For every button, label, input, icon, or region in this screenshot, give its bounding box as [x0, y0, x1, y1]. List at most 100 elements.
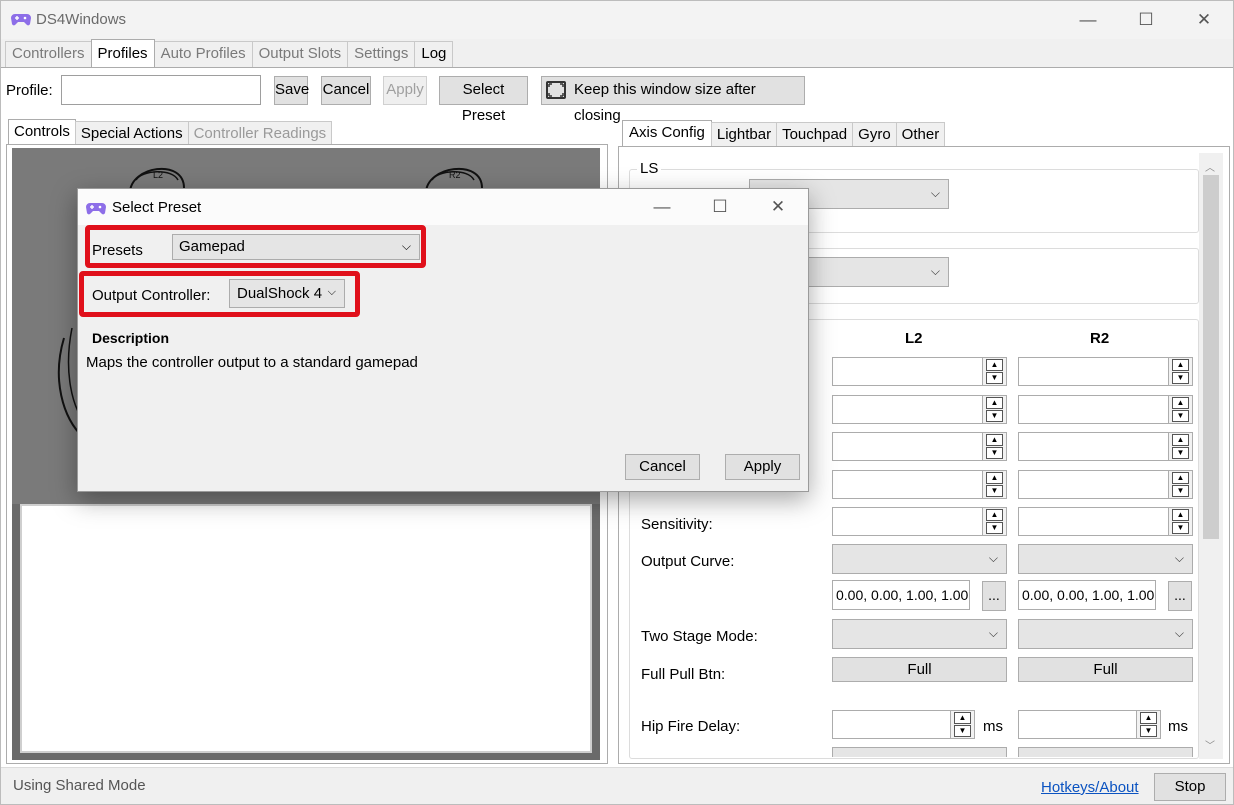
hip-fire-delay-label: Hip Fire Delay:	[641, 718, 741, 735]
spinner-arrows[interactable]: ▲ ▼	[1168, 471, 1192, 498]
minimize-button[interactable]: —	[1059, 1, 1117, 39]
status-bar: Using Shared Mode Hotkeys/About Stop	[1, 767, 1233, 804]
spinner-arrows[interactable]: ▲ ▼	[982, 396, 1006, 423]
tab-lightbar[interactable]: Lightbar	[710, 122, 778, 147]
two-stage-mode-label: Two Stage Mode:	[641, 628, 758, 645]
apply-button[interactable]: Apply	[383, 76, 427, 105]
r2-maxoutput-spinner[interactable]: ▲ ▼	[1018, 470, 1193, 499]
resize-icon	[546, 81, 566, 99]
close-button[interactable]: ✕	[1175, 1, 1233, 39]
tab-axis-config[interactable]: Axis Config	[622, 120, 712, 147]
r2-custom-curve-input[interactable]: 0.00, 0.00, 1.00, 1.00	[1018, 580, 1156, 610]
tab-controls[interactable]: Controls	[8, 119, 76, 146]
chevron-down-icon: ⌵	[930, 264, 940, 278]
tab-controller-readings[interactable]: Controller Readings	[187, 121, 333, 146]
l2-maxoutput-spinner[interactable]: ▲ ▼	[832, 470, 1007, 499]
tab-special-actions[interactable]: Special Actions	[74, 121, 189, 146]
tab-touchpad[interactable]: Touchpad	[776, 122, 854, 147]
tab-gyro[interactable]: Gyro	[852, 122, 897, 147]
tab-auto-profiles[interactable]: Auto Profiles	[153, 41, 253, 67]
vertical-scrollbar[interactable]: ︿ ﹀	[1199, 153, 1223, 759]
profile-label: Profile:	[6, 82, 53, 99]
save-button[interactable]: Save	[274, 76, 309, 105]
chevron-down-icon: ⌵	[1174, 626, 1184, 640]
title-bar: DS4Windows — ☐ ✕	[1, 1, 1233, 39]
r2-sensitivity-spinner[interactable]: ▲ ▼	[1018, 507, 1193, 536]
dialog-cancel-button[interactable]: Cancel	[625, 454, 700, 480]
mapping-list[interactable]	[20, 504, 592, 753]
hotkeys-about-link[interactable]: Hotkeys/About	[1041, 779, 1139, 796]
l2-output-curve-dropdown[interactable]: ⌵	[832, 544, 1007, 574]
l2-antideadzone-spinner[interactable]: ▲ ▼	[832, 395, 1007, 424]
l2-hip-fire-spinner[interactable]: ▲ ▼	[832, 710, 975, 739]
maximize-button[interactable]: ☐	[1117, 1, 1175, 39]
l2-next-control[interactable]	[832, 747, 1007, 757]
spinner-arrows[interactable]: ▲ ▼	[982, 471, 1006, 498]
main-tabs: Controllers Profiles Auto Profiles Outpu…	[5, 39, 454, 68]
chevron-down-icon: ⌵	[1174, 551, 1184, 565]
dialog-title-bar: Select Preset — ☐ ✕	[78, 189, 808, 225]
r2-two-stage-dropdown[interactable]: ⌵	[1018, 619, 1193, 649]
chevron-down-icon: ⌵	[988, 626, 998, 640]
tab-profiles[interactable]: Profiles	[90, 39, 155, 67]
gamepad-icon	[11, 14, 31, 26]
ls-group-label: LS	[637, 160, 662, 177]
right-panel-tabs: Axis Config Lightbar Touchpad Gyro Other	[622, 120, 946, 148]
spinner-arrows[interactable]: ▲ ▼	[950, 711, 974, 738]
stop-button[interactable]: Stop	[1154, 773, 1226, 801]
r2-output-curve-dropdown[interactable]: ⌵	[1018, 544, 1193, 574]
scroll-down-icon[interactable]: ﹀	[1205, 737, 1215, 752]
cancel-button[interactable]: Cancel	[321, 76, 371, 105]
select-preset-button[interactable]: Select Preset	[439, 76, 528, 124]
presets-highlight-box	[85, 225, 426, 268]
spinner-arrows[interactable]: ▲ ▼	[982, 508, 1006, 535]
l2-full-pull-button[interactable]: Full	[832, 657, 1007, 682]
tab-settings[interactable]: Settings	[347, 41, 416, 67]
dialog-minimize-button[interactable]: —	[633, 189, 691, 225]
description-text: Maps the controller output to a standard…	[86, 354, 418, 371]
spinner-arrows[interactable]: ▲ ▼	[1136, 711, 1160, 738]
r2-next-control[interactable]	[1018, 747, 1193, 757]
tab-other[interactable]: Other	[895, 122, 946, 147]
dialog-close-button[interactable]: ✕	[749, 189, 807, 225]
dialog-maximize-button[interactable]: ☐	[691, 189, 749, 225]
tab-output-slots[interactable]: Output Slots	[251, 41, 349, 67]
shared-mode-status: Using Shared Mode	[13, 777, 146, 794]
spinner-arrows[interactable]: ▲ ▼	[1168, 433, 1192, 460]
r2-curve-editor-button[interactable]: ...	[1168, 581, 1192, 611]
l2-deadzone-spinner[interactable]: ▲ ▼	[832, 357, 1007, 386]
spinner-arrows[interactable]: ▲ ▼	[1168, 508, 1192, 535]
tab-log[interactable]: Log	[414, 41, 454, 67]
r2-hip-fire-spinner[interactable]: ▲ ▼	[1018, 710, 1161, 739]
profile-name-input[interactable]	[61, 75, 261, 105]
l2-label: L2	[153, 170, 163, 180]
r2-column-header: R2	[1090, 330, 1110, 347]
r2-antideadzone-spinner[interactable]: ▲ ▼	[1018, 395, 1193, 424]
select-preset-dialog: Select Preset — ☐ ✕ Presets Gamepad ⌵ Ou…	[77, 188, 809, 492]
r2-ms-unit: ms	[1168, 718, 1188, 735]
scrollbar-thumb[interactable]	[1203, 175, 1219, 539]
l2-two-stage-dropdown[interactable]: ⌵	[832, 619, 1007, 649]
dialog-apply-button[interactable]: Apply	[725, 454, 800, 480]
l2-curve-editor-button[interactable]: ...	[982, 581, 1006, 611]
r2-deadzone-spinner[interactable]: ▲ ▼	[1018, 357, 1193, 386]
sensitivity-label: Sensitivity:	[641, 516, 713, 533]
description-header: Description	[92, 330, 170, 346]
r2-full-pull-button[interactable]: Full	[1018, 657, 1193, 682]
chevron-down-icon: ⌵	[930, 186, 940, 200]
tab-controllers[interactable]: Controllers	[5, 41, 92, 67]
l2-ms-unit: ms	[983, 718, 1003, 735]
spinner-arrows[interactable]: ▲ ▼	[1168, 396, 1192, 423]
l2-maxzone-spinner[interactable]: ▲ ▼	[832, 432, 1007, 461]
l2-sensitivity-spinner[interactable]: ▲ ▼	[832, 507, 1007, 536]
l2-custom-curve-input[interactable]: 0.00, 0.00, 1.00, 1.00	[832, 580, 970, 610]
keep-window-size-button[interactable]: Keep this window size after closing	[541, 76, 805, 124]
r2-label: R2	[449, 170, 461, 180]
r2-maxzone-spinner[interactable]: ▲ ▼	[1018, 432, 1193, 461]
spinner-arrows[interactable]: ▲ ▼	[982, 433, 1006, 460]
spinner-arrows[interactable]: ▲ ▼	[982, 358, 1006, 385]
full-pull-label: Full Pull Btn:	[641, 666, 726, 683]
scroll-up-icon[interactable]: ︿	[1205, 159, 1215, 174]
l2-column-header: L2	[905, 330, 923, 347]
spinner-arrows[interactable]: ▲ ▼	[1168, 358, 1192, 385]
